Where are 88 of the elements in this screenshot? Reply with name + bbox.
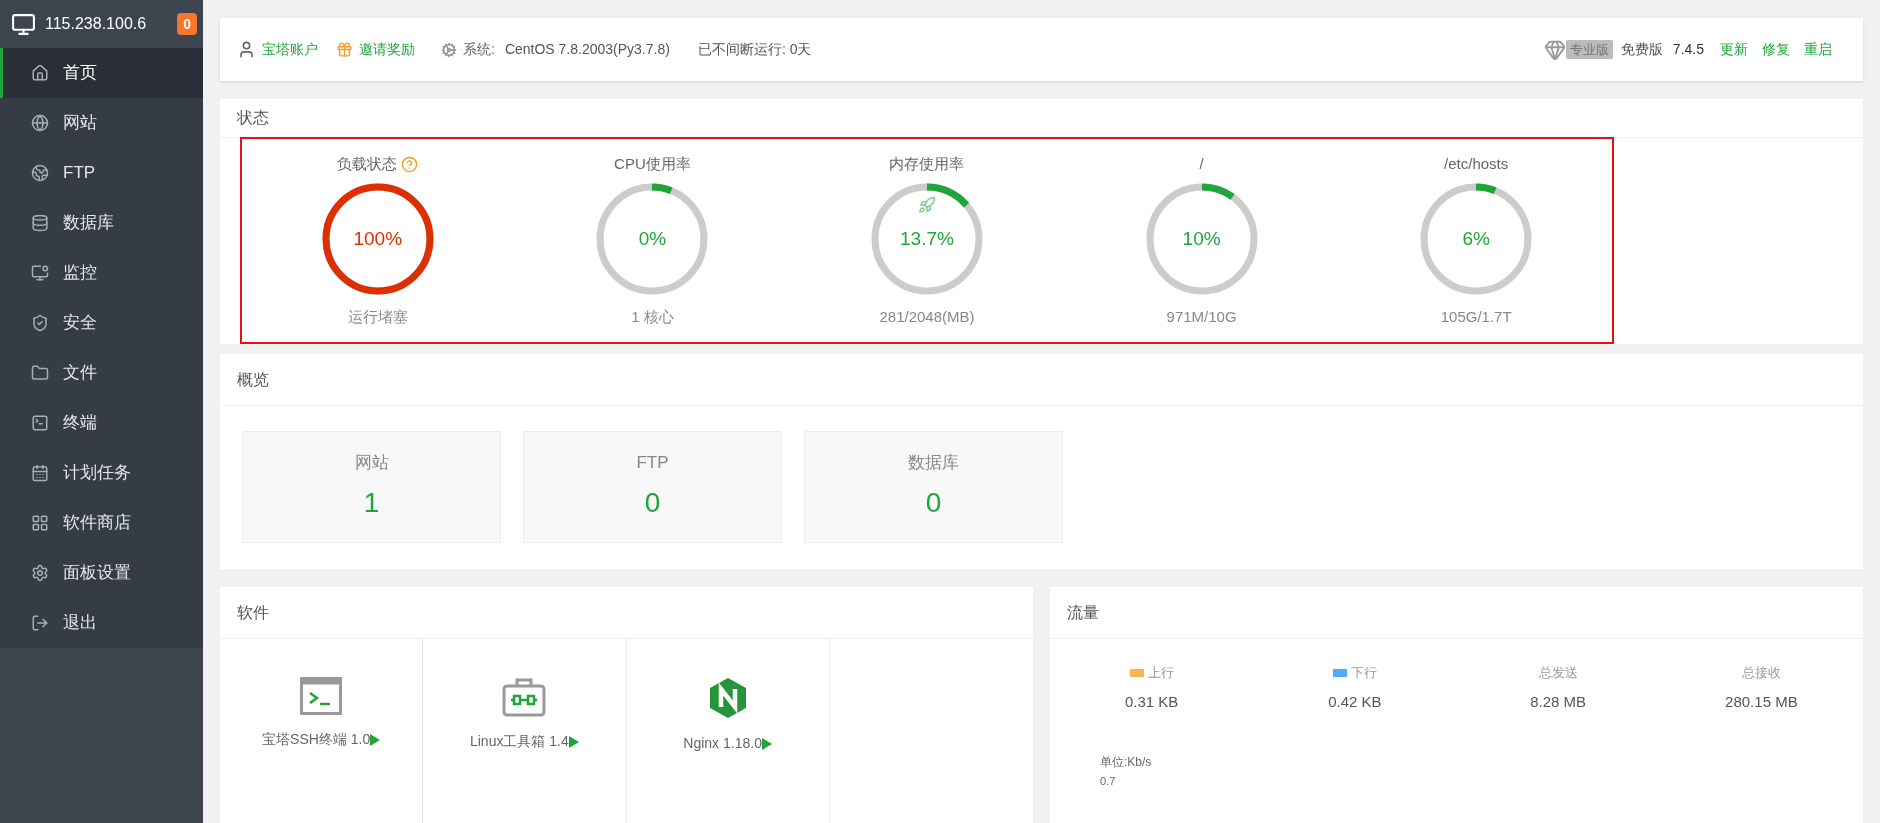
settings-icon: [31, 564, 49, 582]
system-value: CentOS 7.8.2003(Py3.7.8): [504, 40, 670, 59]
gauge-caption: 运行堵塞: [347, 307, 408, 328]
sidebar-item[interactable]: FTP: [0, 148, 203, 198]
stat-value: 8.28 MB: [1530, 691, 1587, 712]
invite-link[interactable]: 邀请奖励: [359, 39, 415, 60]
sidebar-item[interactable]: 计划任务: [0, 448, 203, 498]
gauge-value: 0%: [638, 226, 667, 251]
uptime-text: 已不间断运行: 0天: [697, 40, 812, 59]
globe-icon: [31, 114, 49, 132]
card-title: 概览: [237, 369, 269, 390]
diamond-icon: [1543, 38, 1566, 61]
card-title: 状态: [237, 107, 269, 128]
play-icon[interactable]: [568, 735, 579, 748]
folder-icon: [31, 364, 49, 382]
action-link[interactable]: 更新: [1720, 39, 1748, 60]
gauge-caption: 1 核心: [631, 307, 674, 328]
action-link[interactable]: 重启: [1804, 39, 1832, 60]
unit-label: 单位:Kb/s: [1100, 754, 1153, 771]
tile-value: 0: [925, 485, 942, 520]
stat-label: 总发送: [1538, 664, 1578, 682]
server-address: 115.238.100.6: [45, 14, 148, 34]
sidebar-item[interactable]: 监控: [0, 248, 203, 298]
sidebar-item[interactable]: 数据库: [0, 198, 203, 248]
stat-label: 上行: [1147, 664, 1174, 682]
gauge-title: /etc/hosts: [1444, 153, 1509, 174]
gauge-caption: 971M/10G: [1166, 307, 1237, 328]
edition-text: 免费版: [1620, 40, 1663, 59]
tile-label: 数据库: [908, 452, 959, 475]
help-icon[interactable]: [401, 155, 419, 173]
stat-label: 总接收: [1741, 664, 1781, 682]
rocket-icon[interactable]: [918, 196, 936, 215]
sidebar-item[interactable]: 面板设置: [0, 548, 203, 598]
gauge-value: 6%: [1462, 226, 1490, 251]
stat-tile[interactable]: 网站 1: [242, 431, 501, 543]
logout-icon: [31, 614, 49, 632]
tile-label: 网站: [354, 452, 389, 475]
account-link[interactable]: 宝塔账户: [262, 39, 318, 60]
stat-label: 下行: [1350, 664, 1377, 682]
sidebar-item[interactable]: 首页: [0, 48, 203, 98]
sidebar-item[interactable]: 软件商店: [0, 498, 203, 548]
sidebar-item[interactable]: 文件: [0, 348, 203, 398]
gift-icon: [336, 41, 353, 58]
tile-value: 1: [363, 485, 380, 520]
sidebar-item[interactable]: 安全: [0, 298, 203, 348]
tile-value: 0: [644, 485, 661, 520]
calendar-icon: [31, 464, 49, 482]
axis-tick-label: 0.7: [1100, 774, 1117, 789]
toolbox-icon: [502, 677, 547, 717]
play-icon[interactable]: [761, 737, 772, 750]
card-title: 软件: [237, 602, 269, 623]
computer-icon: [10, 11, 37, 37]
gauge-value: 13.7%: [900, 226, 954, 251]
sidebar-item[interactable]: 退出: [0, 598, 203, 648]
stat-value: 0.31 KB: [1124, 691, 1179, 712]
version-text: 7.4.5: [1672, 40, 1704, 59]
database-icon: [31, 214, 49, 232]
shield-icon: [31, 314, 49, 332]
card-title: 流量: [1067, 602, 1099, 623]
gauge-caption: 281/2048(MB): [879, 307, 975, 328]
gear-icon: [441, 41, 457, 58]
stat-tile[interactable]: FTP 0: [523, 431, 782, 543]
monitor-icon: [31, 264, 49, 282]
gauge-title: 内存使用率: [889, 153, 965, 174]
stat-tile[interactable]: 数据库 0: [804, 431, 1063, 543]
gauge-value: 10%: [1182, 226, 1221, 251]
globe-icon: [31, 164, 49, 182]
grid-icon: [31, 514, 49, 532]
gauge-title: 负载状态: [337, 153, 398, 174]
sidebar-item[interactable]: 终端: [0, 398, 203, 448]
stat-value: 280.15 MB: [1725, 691, 1798, 712]
software-name[interactable]: Linux工具箱 1.4: [469, 731, 569, 752]
terminal-icon: [300, 677, 343, 715]
sidebar-item[interactable]: 网站: [0, 98, 203, 148]
terminal-icon: [31, 414, 49, 432]
hexagon-n-logo: [708, 677, 747, 719]
software-name[interactable]: Nginx 1.18.0: [683, 733, 762, 754]
house-icon: [31, 64, 49, 82]
user-icon: [237, 40, 256, 59]
gauge-title: CPU使用率: [614, 153, 691, 174]
system-label: 系统:: [463, 40, 495, 59]
tile-label: FTP: [636, 452, 669, 475]
gauge-title: /: [1199, 153, 1204, 174]
stat-value: 0.42 KB: [1328, 691, 1382, 712]
software-name[interactable]: 宝塔SSH终端 1.0: [262, 729, 371, 750]
gauge-caption: 105G/1.7T: [1440, 307, 1512, 328]
action-link[interactable]: 修复: [1762, 39, 1790, 60]
play-icon[interactable]: [370, 733, 381, 746]
